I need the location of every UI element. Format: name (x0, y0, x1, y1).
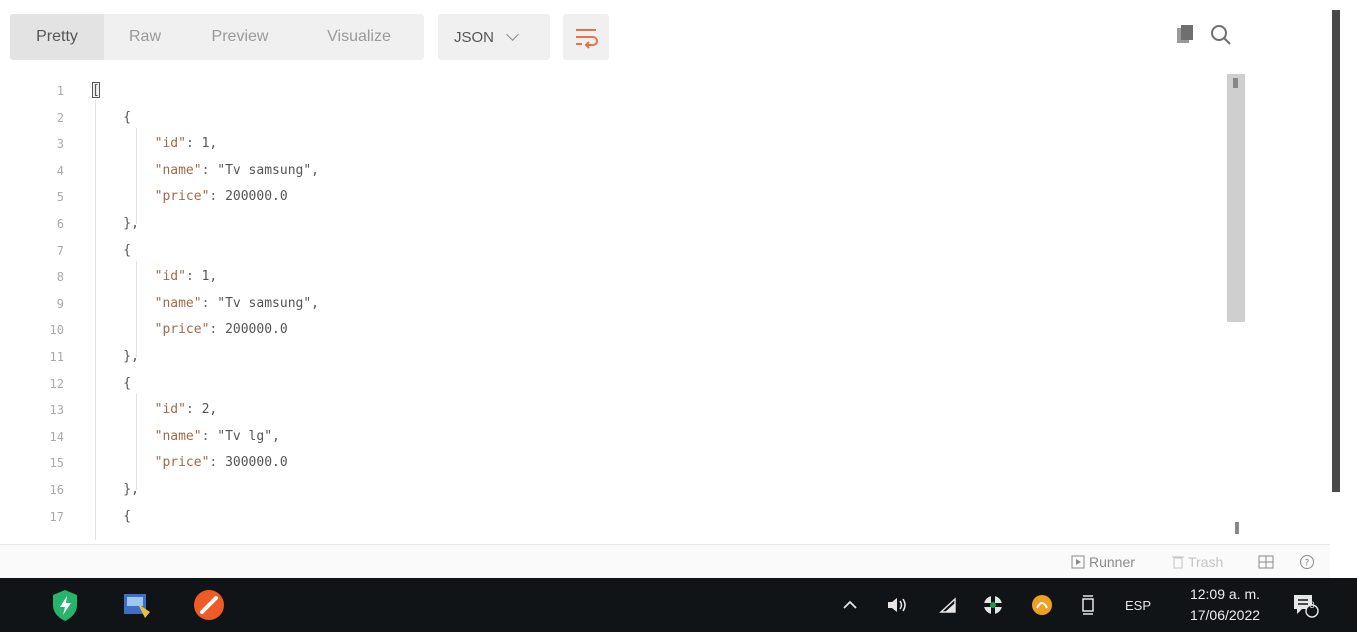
line-number: 4 (56, 163, 64, 178)
chevron-down-icon (506, 28, 519, 41)
line-number: 10 (49, 323, 64, 338)
line-number: 7 (56, 243, 64, 258)
security-shield-icon[interactable] (46, 586, 84, 624)
language-label: ESP (1125, 597, 1152, 613)
runner-icon (1071, 555, 1085, 569)
line-number: 12 (49, 376, 64, 391)
scrollbar-thumb[interactable] (1227, 74, 1245, 322)
code-line[interactable]: "name": "Tv samsung", (92, 291, 1212, 318)
line-number: 5 (56, 190, 64, 205)
postman-icon[interactable] (190, 586, 228, 624)
scroll-marker (1233, 78, 1238, 88)
format-label: JSON (454, 28, 495, 46)
line-number: 15 (49, 456, 64, 471)
code-line[interactable]: }, (92, 344, 1212, 371)
view-mode-tabs: Pretty Raw Preview Visualize (10, 14, 424, 60)
line-number: 3 (56, 137, 64, 152)
trash-label: Trash (1188, 554, 1224, 570)
line-number: 11 (49, 349, 64, 364)
file-manager-icon[interactable] (118, 586, 156, 624)
code-content[interactable]: [ { "id": 1, "name": "Tv samsung", "pric… (92, 78, 1212, 530)
line-number: 6 (56, 216, 64, 231)
scroll-marker (1235, 522, 1239, 534)
code-line[interactable]: }, (92, 211, 1212, 238)
language-indicator[interactable]: ESP (1125, 578, 1151, 632)
trash-button[interactable]: Trash (1172, 554, 1223, 570)
status-bar: Runner Trash ? (0, 544, 1330, 578)
line-number: 8 (56, 270, 64, 285)
format-dropdown[interactable]: JSON (438, 14, 550, 60)
line-number: 17 (49, 509, 64, 524)
search-icon[interactable] (1208, 22, 1234, 48)
network-button[interactable] (982, 578, 1004, 632)
line-number: 16 (49, 482, 64, 497)
code-line[interactable]: { (92, 371, 1212, 398)
code-line[interactable]: "price": 200000.0 (92, 184, 1212, 211)
clock-date: 17/06/2022 (1189, 607, 1261, 623)
code-line[interactable]: { (92, 504, 1212, 531)
trash-icon (1172, 556, 1184, 569)
wifi-icon (939, 597, 956, 613)
help-icon[interactable]: ? (1299, 554, 1315, 570)
clock-time: 12:09 a. m. (1189, 586, 1261, 602)
code-line[interactable]: "id": 2, (92, 397, 1212, 424)
line-number: 14 (49, 429, 64, 444)
notification-count: 3 (1309, 600, 1315, 610)
chevron-up-icon (843, 600, 857, 609)
line-number: 13 (49, 403, 64, 418)
wrap-lines-button[interactable] (563, 14, 609, 60)
ime-button[interactable] (1080, 578, 1096, 632)
tab-raw[interactable]: Raw (104, 14, 186, 60)
app-tray-icon (1032, 595, 1052, 615)
line-number: 9 (56, 296, 64, 311)
app-tray-button[interactable] (1030, 578, 1054, 632)
code-line[interactable]: "id": 1, (92, 264, 1212, 291)
runner-label: Runner (1089, 554, 1135, 570)
runner-button[interactable]: Runner (1071, 554, 1135, 570)
tab-pretty[interactable]: Pretty (10, 14, 104, 60)
window-edge (1330, 0, 1357, 578)
code-line[interactable]: "name": "Tv samsung", (92, 158, 1212, 185)
code-line[interactable]: }, (92, 477, 1212, 504)
response-toolbar: Pretty Raw Preview Visualize JSON (0, 0, 1330, 72)
code-line[interactable]: "price": 200000.0 (92, 317, 1212, 344)
tab-visualize[interactable]: Visualize (294, 14, 424, 60)
show-hidden-icons-button[interactable] (842, 578, 862, 632)
volume-button[interactable] (886, 578, 908, 632)
line-number: 2 (56, 110, 64, 125)
code-line[interactable]: "name": "Tv lg", (92, 424, 1212, 451)
system-clock[interactable]: 12:09 a. m. 17/06/2022 (1170, 584, 1280, 626)
line-number: 1 (56, 84, 64, 98)
ime-icon (1082, 595, 1094, 615)
response-body-editor[interactable]: 1 2 3 4 5 6 7 8 9 10 11 12 13 14 15 16 17 [ { "id": 1, "… (0, 72, 1330, 544)
windows-taskbar: ESP 12:09 a. m. 17/06/2022 3 (0, 578, 1357, 632)
tab-preview[interactable]: Preview (186, 14, 294, 60)
code-line[interactable]: { (92, 238, 1212, 265)
vertical-scrollbar[interactable] (1226, 74, 1246, 540)
copy-icon[interactable] (1173, 22, 1199, 48)
window-border (1332, 10, 1340, 492)
wifi-button[interactable] (938, 578, 958, 632)
code-line[interactable]: "id": 1, (92, 131, 1212, 158)
code-line[interactable]: "price": 300000.0 (92, 450, 1212, 477)
volume-icon (888, 598, 906, 612)
svg-text:?: ? (1305, 559, 1310, 569)
wrap-lines-icon (576, 29, 598, 49)
code-line[interactable]: { (92, 105, 1212, 132)
code-line[interactable]: [ (92, 78, 1212, 105)
line-number-gutter: 1 2 3 4 5 6 7 8 9 10 11 12 13 14 15 16 17 (30, 78, 66, 530)
layout-icon[interactable] (1258, 554, 1274, 570)
network-icon (984, 596, 1002, 614)
notification-button[interactable]: 3 (1290, 578, 1320, 632)
